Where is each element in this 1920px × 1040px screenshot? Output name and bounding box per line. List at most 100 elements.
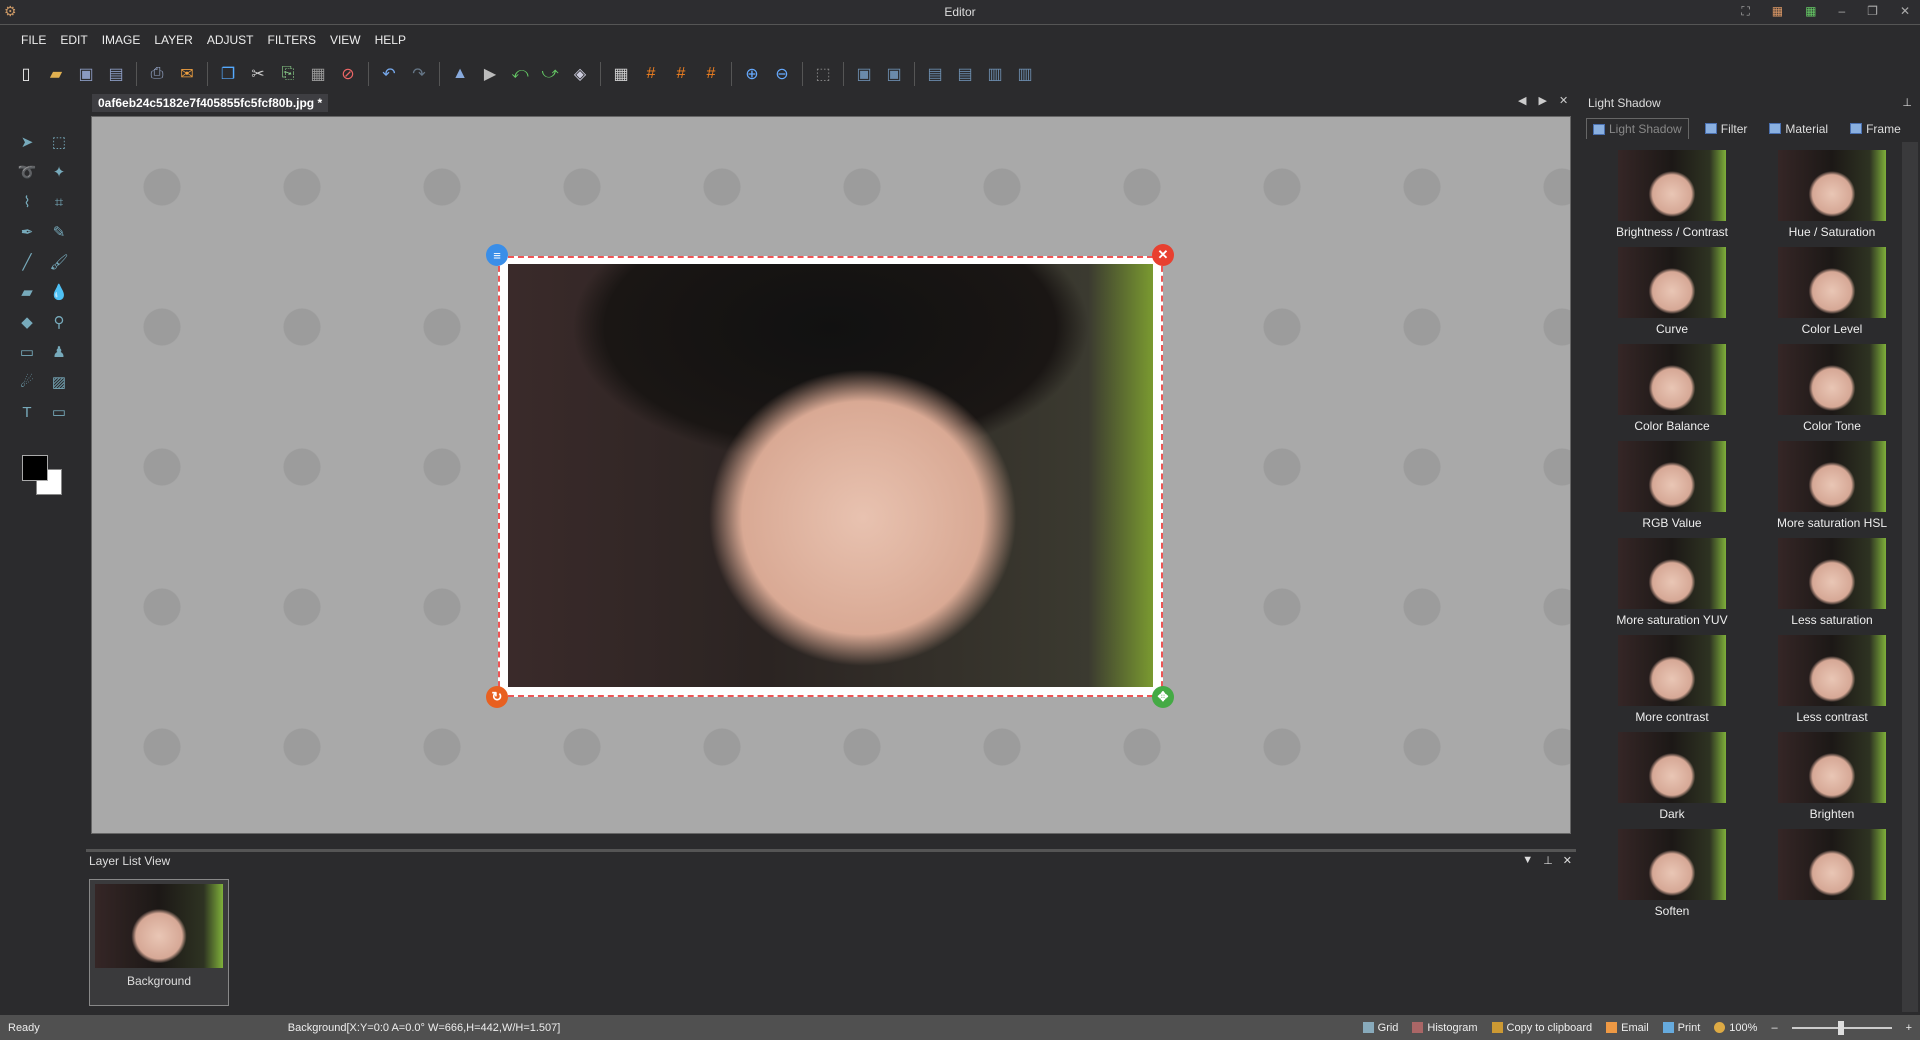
layer-menu-handle-icon[interactable]: ≡ bbox=[486, 244, 508, 266]
tab-filter[interactable]: Filter bbox=[1699, 118, 1754, 139]
select-arrow-icon[interactable]: ➤ bbox=[14, 130, 40, 154]
pencil-icon[interactable]: ✎ bbox=[46, 220, 72, 244]
skin-icon[interactable]: ▦ bbox=[1772, 4, 1783, 19]
polygon-lasso-icon[interactable]: ⌇ bbox=[14, 190, 40, 214]
grid-fine-icon[interactable]: # bbox=[699, 62, 723, 86]
effect-item[interactable]: RGB Value bbox=[1592, 441, 1752, 530]
tab-light-shadow[interactable]: Light Shadow bbox=[1586, 118, 1689, 139]
effect-item[interactable]: More saturation YUV bbox=[1592, 538, 1752, 627]
close-button[interactable]: ✕ bbox=[1900, 4, 1910, 19]
menu-file[interactable]: FILE bbox=[14, 30, 53, 50]
image-icon[interactable]: ▨ bbox=[46, 370, 72, 394]
save-icon[interactable]: ▣ bbox=[74, 62, 98, 86]
effect-item[interactable] bbox=[1752, 829, 1912, 918]
effect-item[interactable]: Less saturation bbox=[1752, 538, 1912, 627]
menu-image[interactable]: IMAGE bbox=[95, 30, 148, 50]
effect-item[interactable]: Color Balance bbox=[1592, 344, 1752, 433]
blur-drop-icon[interactable]: 💧 bbox=[46, 280, 72, 304]
paste-icon[interactable]: ⎘ bbox=[276, 62, 300, 86]
rect-select-icon[interactable]: ⬚ bbox=[46, 130, 72, 154]
menu-filters[interactable]: FILTERS bbox=[261, 30, 323, 50]
align-left-icon[interactable]: ▤ bbox=[923, 62, 947, 86]
gradient-icon[interactable]: ▭ bbox=[14, 340, 40, 364]
pin-icon[interactable]: ⊥ bbox=[1543, 854, 1553, 867]
brush-icon[interactable]: 🖌 bbox=[46, 250, 72, 274]
copy-window-icon[interactable]: ❐ bbox=[216, 62, 240, 86]
fullscreen-icon[interactable]: ⛶ bbox=[1741, 4, 1749, 19]
print-button[interactable]: Print bbox=[1662, 1022, 1700, 1034]
rotate-left-icon[interactable]: ⤺ bbox=[508, 62, 532, 86]
align-right-icon[interactable]: ▤ bbox=[953, 62, 977, 86]
histogram-button[interactable]: Histogram bbox=[1412, 1022, 1478, 1034]
redo-icon[interactable]: ↷ bbox=[407, 62, 431, 86]
delete-layer-handle-icon[interactable]: ✕ bbox=[1152, 244, 1174, 266]
menu-help[interactable]: HELP bbox=[368, 30, 413, 50]
line-icon[interactable]: ╱ bbox=[14, 250, 40, 274]
effect-item[interactable]: More saturation HSL bbox=[1752, 441, 1912, 530]
resize-handle-icon[interactable]: ✥ bbox=[1152, 686, 1174, 708]
document-tab[interactable]: 0af6eb24c5182e7f405855fc5fcf80b.jpg * bbox=[92, 94, 329, 112]
rotate-right-icon[interactable]: ⤻ bbox=[538, 62, 562, 86]
tab-prev-icon[interactable]: ◀ bbox=[1518, 94, 1526, 107]
fit-icon[interactable]: ▣ bbox=[852, 62, 876, 86]
menu-view[interactable]: VIEW bbox=[323, 30, 368, 50]
zoom-out-button[interactable]: – bbox=[1771, 1022, 1777, 1034]
effect-item[interactable]: Soften bbox=[1592, 829, 1752, 918]
color-picker-icon[interactable]: ⚲ bbox=[46, 310, 72, 334]
text-icon[interactable]: T bbox=[14, 400, 40, 424]
effect-item[interactable]: Brightness / Contrast bbox=[1592, 150, 1752, 239]
menu-adjust[interactable]: ADJUST bbox=[200, 30, 261, 50]
delete-icon[interactable]: ⊘ bbox=[336, 62, 360, 86]
smudge-icon[interactable]: ☄ bbox=[14, 370, 40, 394]
layer-item[interactable]: Background bbox=[89, 879, 229, 1006]
theme-icon[interactable]: ▦ bbox=[1805, 4, 1816, 19]
undo-icon[interactable]: ↶ bbox=[377, 62, 401, 86]
actual-size-icon[interactable]: ▣ bbox=[882, 62, 906, 86]
pin-icon[interactable]: ⊥ bbox=[1902, 96, 1912, 109]
effect-item[interactable]: More contrast bbox=[1592, 635, 1752, 724]
email-icon[interactable]: ✉ bbox=[175, 62, 199, 86]
select-pointer-icon[interactable]: ⬚ bbox=[811, 62, 835, 86]
minimize-button[interactable]: – bbox=[1838, 4, 1845, 19]
flip-vertical-icon[interactable]: ▲ bbox=[448, 62, 472, 86]
grid-alt-icon[interactable]: # bbox=[669, 62, 693, 86]
transform-icon[interactable]: ◈ bbox=[568, 62, 592, 86]
zoom-slider[interactable] bbox=[1791, 1020, 1892, 1035]
pen-icon[interactable]: ✒ bbox=[14, 220, 40, 244]
align-top-icon[interactable]: ▥ bbox=[983, 62, 1007, 86]
zoom-in-icon[interactable]: ⊕ bbox=[740, 62, 764, 86]
menu-edit[interactable]: EDIT bbox=[53, 30, 94, 50]
new-file-icon[interactable]: ▯ bbox=[14, 62, 38, 86]
restore-button[interactable]: ❐ bbox=[1867, 4, 1878, 19]
effect-item[interactable]: Color Level bbox=[1752, 247, 1912, 336]
zoom-out-icon[interactable]: ⊖ bbox=[770, 62, 794, 86]
copy-clipboard-button[interactable]: Copy to clipboard bbox=[1491, 1022, 1592, 1034]
clipboard-icon[interactable]: ▦ bbox=[306, 62, 330, 86]
tab-material[interactable]: Material bbox=[1763, 118, 1834, 139]
tab-next-icon[interactable]: ▶ bbox=[1538, 94, 1546, 107]
perspective-grid-icon[interactable]: ▦ bbox=[609, 62, 633, 86]
dropdown-icon[interactable]: ▼ bbox=[1522, 854, 1533, 867]
effect-item[interactable]: Brighten bbox=[1752, 732, 1912, 821]
save-as-icon[interactable]: ▤ bbox=[104, 62, 128, 86]
zoom-in-button[interactable]: + bbox=[1906, 1022, 1912, 1034]
rotate-handle-icon[interactable]: ↻ bbox=[486, 686, 508, 708]
crop-icon[interactable]: ⌗ bbox=[46, 190, 72, 214]
magic-wand-icon[interactable]: ✦ bbox=[46, 160, 72, 184]
eraser-icon[interactable]: ▰ bbox=[14, 280, 40, 304]
flip-horizontal-icon[interactable]: ▶ bbox=[478, 62, 502, 86]
email-button[interactable]: Email bbox=[1606, 1022, 1649, 1034]
fill-bucket-icon[interactable]: ◆ bbox=[14, 310, 40, 334]
cut-icon[interactable]: ✂ bbox=[246, 62, 270, 86]
open-folder-icon[interactable]: ▰ bbox=[44, 62, 68, 86]
effect-item[interactable]: Color Tone bbox=[1752, 344, 1912, 433]
photo-image[interactable] bbox=[508, 264, 1153, 687]
grid-button[interactable]: Grid bbox=[1362, 1022, 1398, 1034]
tab-close-icon[interactable]: ✕ bbox=[1559, 94, 1568, 107]
stamp-icon[interactable]: ♟ bbox=[46, 340, 72, 364]
menu-layer[interactable]: LAYER bbox=[147, 30, 199, 50]
lasso-icon[interactable]: ➰ bbox=[14, 160, 40, 184]
grid-icon[interactable]: # bbox=[639, 62, 663, 86]
effect-item[interactable]: Dark bbox=[1592, 732, 1752, 821]
effect-item[interactable]: Less contrast bbox=[1752, 635, 1912, 724]
